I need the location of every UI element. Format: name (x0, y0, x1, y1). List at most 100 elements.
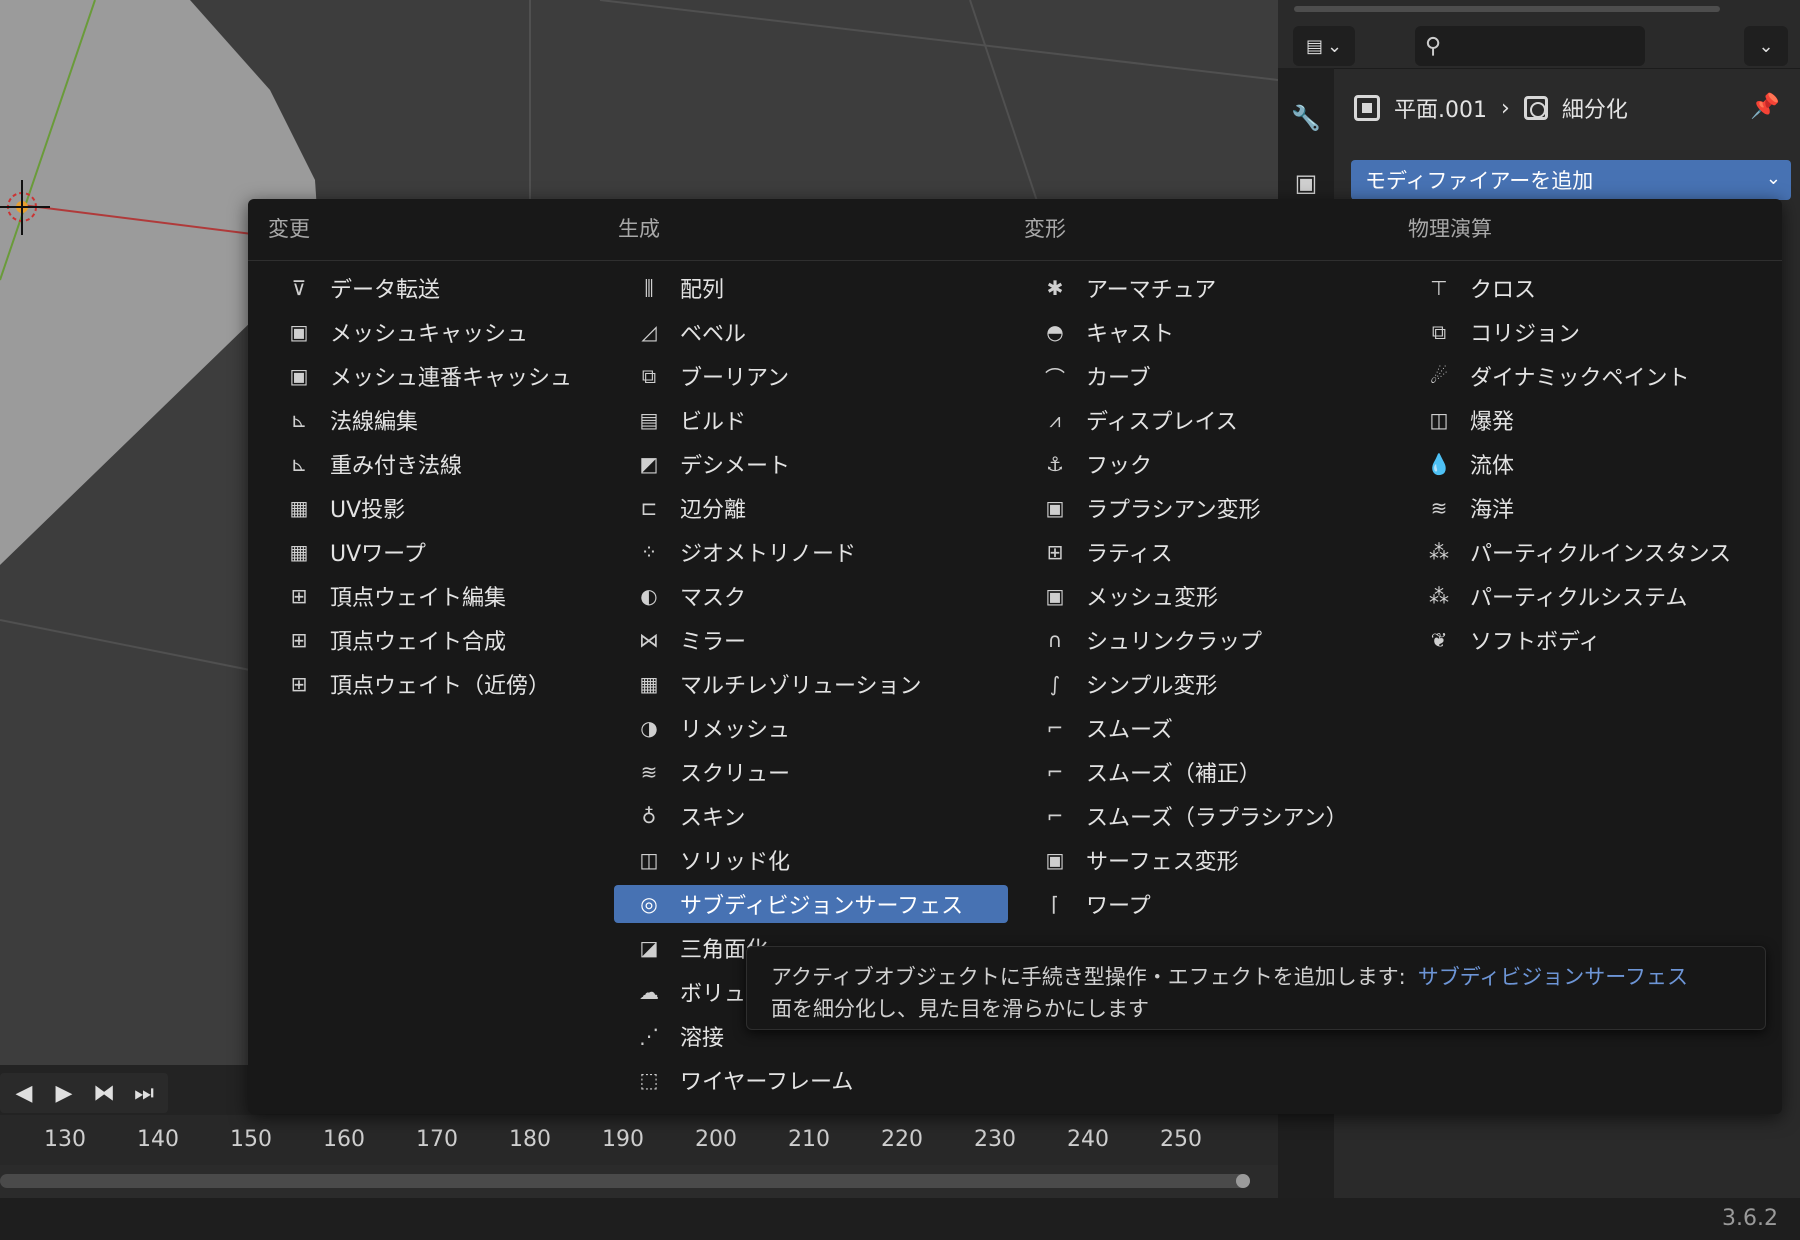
menu-item[interactable]: ∫ シンプル変形 (1020, 665, 1390, 703)
menu-item[interactable]: ⌒ カーブ (1020, 357, 1390, 395)
menu-item-label: シンプル変形 (1086, 674, 1218, 699)
menu-item[interactable]: ◑ リメッシュ (614, 709, 1008, 747)
menu-item[interactable]: ⧉ ブーリアン (614, 357, 1008, 395)
menu-item[interactable]: ❦ ソフトボディ (1404, 621, 1764, 659)
menu-item[interactable]: ⫼ 配列 (614, 269, 1008, 307)
frame-number: 250 (1160, 1127, 1202, 1152)
menu-item[interactable]: ◫ ソリッド化 (614, 841, 1008, 879)
menu-item[interactable]: ▦ UV投影 (264, 489, 594, 527)
mesh-cache-icon: ▣ (289, 320, 309, 344)
header-scrollbar[interactable] (1294, 6, 1720, 12)
next-keyframe-icon[interactable]: ⧓ (86, 1075, 122, 1111)
menu-item-label: マスク (680, 586, 747, 611)
chevron-down-icon: ⌄ (1758, 35, 1774, 57)
menu-item-label: サブディビジョンサーフェス (680, 894, 964, 919)
menu-item[interactable]: ⌈ ワープ (1020, 885, 1390, 923)
menu-item[interactable]: ⋈ ミラー (614, 621, 1008, 659)
menu-item[interactable]: ⚓ フック (1020, 445, 1390, 483)
menu-item[interactable]: ⊞ 頂点ウェイト合成 (264, 621, 594, 659)
menu-item[interactable]: ∩ シュリンクラップ (1020, 621, 1390, 659)
menu-item[interactable]: ▣ メッシュ変形 (1020, 577, 1390, 615)
dynamic-paint-icon: ☄ (1430, 364, 1448, 388)
menu-item[interactable]: ≋ スクリュー (614, 753, 1008, 791)
vertex-weight-edit-icon: ⊞ (290, 584, 308, 608)
uv-project-icon: ▦ (289, 496, 309, 520)
chevron-down-icon: ⌄ (1765, 168, 1781, 189)
menu-item[interactable]: ⌐ スムーズ (1020, 709, 1390, 747)
fluid-icon: 💧 (1426, 452, 1452, 476)
frame-number: 180 (509, 1127, 551, 1152)
menu-item[interactable]: ▣ ラプラシアン変形 (1020, 489, 1390, 527)
pin-icon[interactable]: 📌 (1750, 92, 1780, 120)
menu-item[interactable]: ⧉ コリジョン (1404, 313, 1764, 351)
menu-item[interactable]: ⁂ パーティクルインスタンス (1404, 533, 1764, 571)
menu-item[interactable]: ♁ スキン (614, 797, 1008, 835)
play-icon[interactable]: ▶ (46, 1075, 82, 1111)
jump-end-icon[interactable]: ⏭ (126, 1075, 162, 1111)
menu-item[interactable]: ⬚ ワイヤーフレーム (614, 1061, 1008, 1099)
menu-item-label: ソフトボディ (1470, 630, 1601, 655)
play-reverse-icon[interactable]: ◀ (6, 1075, 42, 1111)
cast-icon: ◓ (1046, 320, 1064, 344)
add-modifier-button[interactable]: モディファイアーを追加 ⌄ (1351, 160, 1791, 200)
menu-item[interactable]: ▦ マルチレゾリューション (614, 665, 1008, 703)
menu-item[interactable]: ◿ ベベル (614, 313, 1008, 351)
menu-item[interactable]: ≋ 海洋 (1404, 489, 1764, 527)
menu-item[interactable]: ◓ キャスト (1020, 313, 1390, 351)
menu-item[interactable]: 💧 流体 (1404, 445, 1764, 483)
laplacian-deform-icon: ▣ (1045, 496, 1065, 520)
menu-item[interactable]: ⊞ 頂点ウェイト（近傍） (264, 665, 594, 703)
menu-item[interactable]: ◐ マスク (614, 577, 1008, 615)
search-input[interactable]: ⚲ (1415, 26, 1645, 66)
tool-tab-icon[interactable]: 🔧 (1286, 98, 1326, 138)
menu-item[interactable]: ⌐ スムーズ（補正） (1020, 753, 1390, 791)
menu-item[interactable]: ⊞ 頂点ウェイト編集 (264, 577, 594, 615)
menu-item-label: パーティクルシステム (1470, 586, 1688, 611)
menu-item[interactable]: ⁂ パーティクルシステム (1404, 577, 1764, 615)
menu-item[interactable]: ⊾ 重み付き法線 (264, 445, 594, 483)
menu-item[interactable]: ◩ デシメート (614, 445, 1008, 483)
multiresolution-icon: ▦ (639, 672, 659, 696)
frame-number: 130 (44, 1127, 86, 1152)
menu-item[interactable]: ⊽ データ転送 (264, 269, 594, 307)
menu-item[interactable]: ⌐ スムーズ（ラプラシアン） (1020, 797, 1390, 835)
options-dropdown[interactable]: ⌄ (1744, 26, 1788, 66)
menu-item[interactable]: ⁘ ジオメトリノード (614, 533, 1008, 571)
explode-icon: ◫ (1429, 408, 1449, 432)
frame-ruler[interactable]: 130 140 150 160 170 180 190 200 210 220 … (0, 1115, 1278, 1165)
ocean-icon: ≋ (1430, 496, 1448, 520)
menu-item-label: スムーズ（補正） (1086, 762, 1261, 787)
menu-item[interactable]: ▦ UVワープ (264, 533, 594, 571)
timeline-scrollbar[interactable] (0, 1174, 1250, 1188)
scrollbar-handle[interactable] (1236, 1174, 1250, 1188)
smooth-laplacian-icon: ⌐ (1046, 804, 1064, 828)
frame-number: 190 (602, 1127, 644, 1152)
menu-item-label: メッシュ変形 (1086, 586, 1219, 611)
menu-item[interactable]: ▤ ビルド (614, 401, 1008, 439)
menu-item-label: シュリンクラップ (1086, 630, 1263, 655)
render-tab-icon[interactable]: ▣ (1286, 163, 1326, 203)
menu-item[interactable]: ▣ メッシュキャッシュ (264, 313, 594, 351)
menu-item-label: ビルド (680, 410, 747, 435)
menu-item[interactable]: ▣ メッシュ連番キャッシュ (264, 357, 594, 395)
surface-deform-icon: ▣ (1045, 848, 1065, 872)
frame-number: 230 (974, 1127, 1016, 1152)
menu-item[interactable]: ⊏ 辺分離 (614, 489, 1008, 527)
weld-icon: ⋰ (639, 1024, 659, 1048)
menu-item-label: ジオメトリノード (680, 542, 857, 567)
menu-item[interactable]: ▣ サーフェス変形 (1020, 841, 1390, 879)
menu-item-label: スキン (680, 806, 746, 831)
editor-type-button[interactable]: ▤ ⌄ (1293, 26, 1355, 66)
menu-item[interactable]: ⊾ 法線編集 (264, 401, 594, 439)
chevron-down-icon: ⌄ (1326, 35, 1343, 57)
menu-item[interactable]: ☄ ダイナミックペイント (1404, 357, 1764, 395)
menu-item[interactable]: ⊤ クロス (1404, 269, 1764, 307)
menu-item[interactable]: ◫ 爆発 (1404, 401, 1764, 439)
vertex-weight-proximity-icon: ⊞ (290, 672, 308, 696)
menu-item[interactable]: ✱ アーマチュア (1020, 269, 1390, 307)
menu-item[interactable]: ⊞ ラティス (1020, 533, 1390, 571)
menu-item-label: 溶接 (680, 1026, 725, 1051)
menu-item[interactable]: ◎ サブディビジョンサーフェス (614, 885, 1008, 923)
menu-item[interactable]: ⩘ ディスプレイス (1020, 401, 1390, 439)
menu-item-label: 爆発 (1470, 410, 1515, 435)
